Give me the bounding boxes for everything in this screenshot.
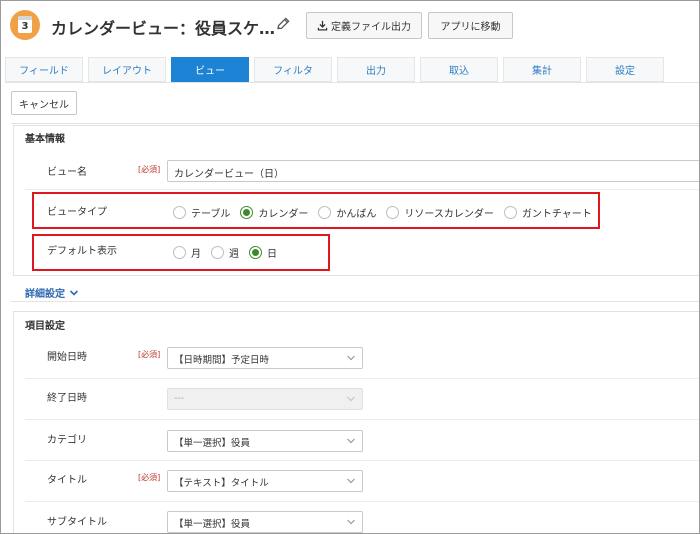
subtitle-field-select[interactable]: 【単一選択】役員 — [167, 511, 363, 533]
required-badge: [必須] — [138, 350, 161, 359]
select-value: 【テキスト】タイトル — [174, 478, 269, 489]
section-divider — [11, 301, 699, 302]
calendar-icon: 3 — [18, 16, 32, 33]
tab-layout[interactable]: レイアウト — [88, 57, 166, 82]
export-definition-button[interactable]: 定義ファイル出力 — [306, 12, 422, 39]
required-badge: [必須] — [138, 473, 161, 482]
select-value: --- — [174, 393, 185, 404]
section-divider — [11, 123, 699, 124]
title-field-select[interactable]: 【テキスト】タイトル — [167, 470, 363, 492]
tab-settings[interactable]: 設定 — [586, 57, 664, 82]
title-field-label: タイトル — [47, 475, 87, 486]
detail-settings-label: 詳細設定 — [25, 289, 65, 300]
row-divider — [25, 189, 699, 190]
default-display-highlight — [32, 234, 330, 271]
tab-label: 集計 — [532, 66, 552, 77]
export-definition-label: 定義ファイル出力 — [331, 22, 411, 33]
start-datetime-select[interactable]: 【日時期間】予定日時 — [167, 347, 363, 369]
tab-output[interactable]: 出力 — [337, 57, 415, 82]
item-settings-title: 項目設定 — [25, 321, 65, 332]
chevron-down-icon — [347, 355, 355, 361]
end-datetime-select: --- — [167, 388, 363, 410]
view-name-label: ビュー名 — [47, 167, 87, 178]
calendar-app-icon: 3 — [10, 10, 40, 40]
tab-divider — [5, 82, 699, 83]
chevron-down-icon — [347, 396, 355, 402]
tab-aggregate[interactable]: 集計 — [503, 57, 581, 82]
row-divider — [25, 378, 699, 379]
chevron-down-icon — [69, 289, 79, 296]
calendar-icon-number: 3 — [21, 21, 29, 32]
app-window: 3 カレンダービュー：役員スケ… 定義ファイル出力 アプリに移動 フィールド レ… — [0, 0, 700, 534]
tab-field[interactable]: フィールド — [5, 57, 83, 82]
row-divider — [25, 419, 699, 420]
download-icon — [317, 20, 328, 31]
subtitle-field-label: サブタイトル — [47, 517, 107, 528]
cancel-label: キャンセル — [19, 99, 69, 111]
row-divider — [25, 501, 699, 502]
tab-label: 設定 — [615, 66, 635, 77]
basic-info-title: 基本情報 — [25, 134, 65, 145]
category-select[interactable]: 【単一選択】役員 — [167, 430, 363, 452]
category-label: カテゴリ — [47, 435, 87, 446]
required-badge: [必須] — [138, 165, 161, 174]
select-value: 【単一選択】役員 — [174, 438, 251, 449]
detail-settings-toggle[interactable]: 詳細設定 — [25, 285, 79, 300]
select-value: 【単一選択】役員 — [174, 519, 251, 530]
tab-label: 取込 — [449, 66, 469, 77]
tab-label: 出力 — [366, 66, 386, 77]
view-name-input[interactable]: カレンダービュー（日） — [167, 160, 699, 182]
tab-import[interactable]: 取込 — [420, 57, 498, 82]
chevron-down-icon — [347, 478, 355, 484]
end-datetime-label: 終了日時 — [47, 393, 87, 404]
go-to-app-label: アプリに移動 — [440, 22, 501, 33]
select-value: 【日時期間】予定日時 — [174, 355, 270, 366]
tab-view[interactable]: ビュー — [171, 57, 249, 82]
page-title: カレンダービュー：役員スケ… — [51, 19, 276, 38]
tab-label: フィールド — [19, 66, 69, 77]
chevron-down-icon — [347, 438, 355, 444]
go-to-app-button[interactable]: アプリに移動 — [428, 12, 513, 39]
start-datetime-label: 開始日時 — [47, 352, 87, 363]
cancel-button[interactable]: キャンセル — [11, 91, 77, 115]
tab-label: レイアウト — [102, 66, 152, 77]
chevron-down-icon — [347, 519, 355, 525]
tab-filter[interactable]: フィルタ — [254, 57, 332, 82]
tab-label: フィルタ — [273, 66, 313, 77]
row-divider — [25, 460, 699, 461]
tab-label: ビュー — [195, 66, 225, 77]
view-type-highlight — [32, 192, 600, 229]
pencil-edit-icon[interactable] — [275, 16, 291, 32]
